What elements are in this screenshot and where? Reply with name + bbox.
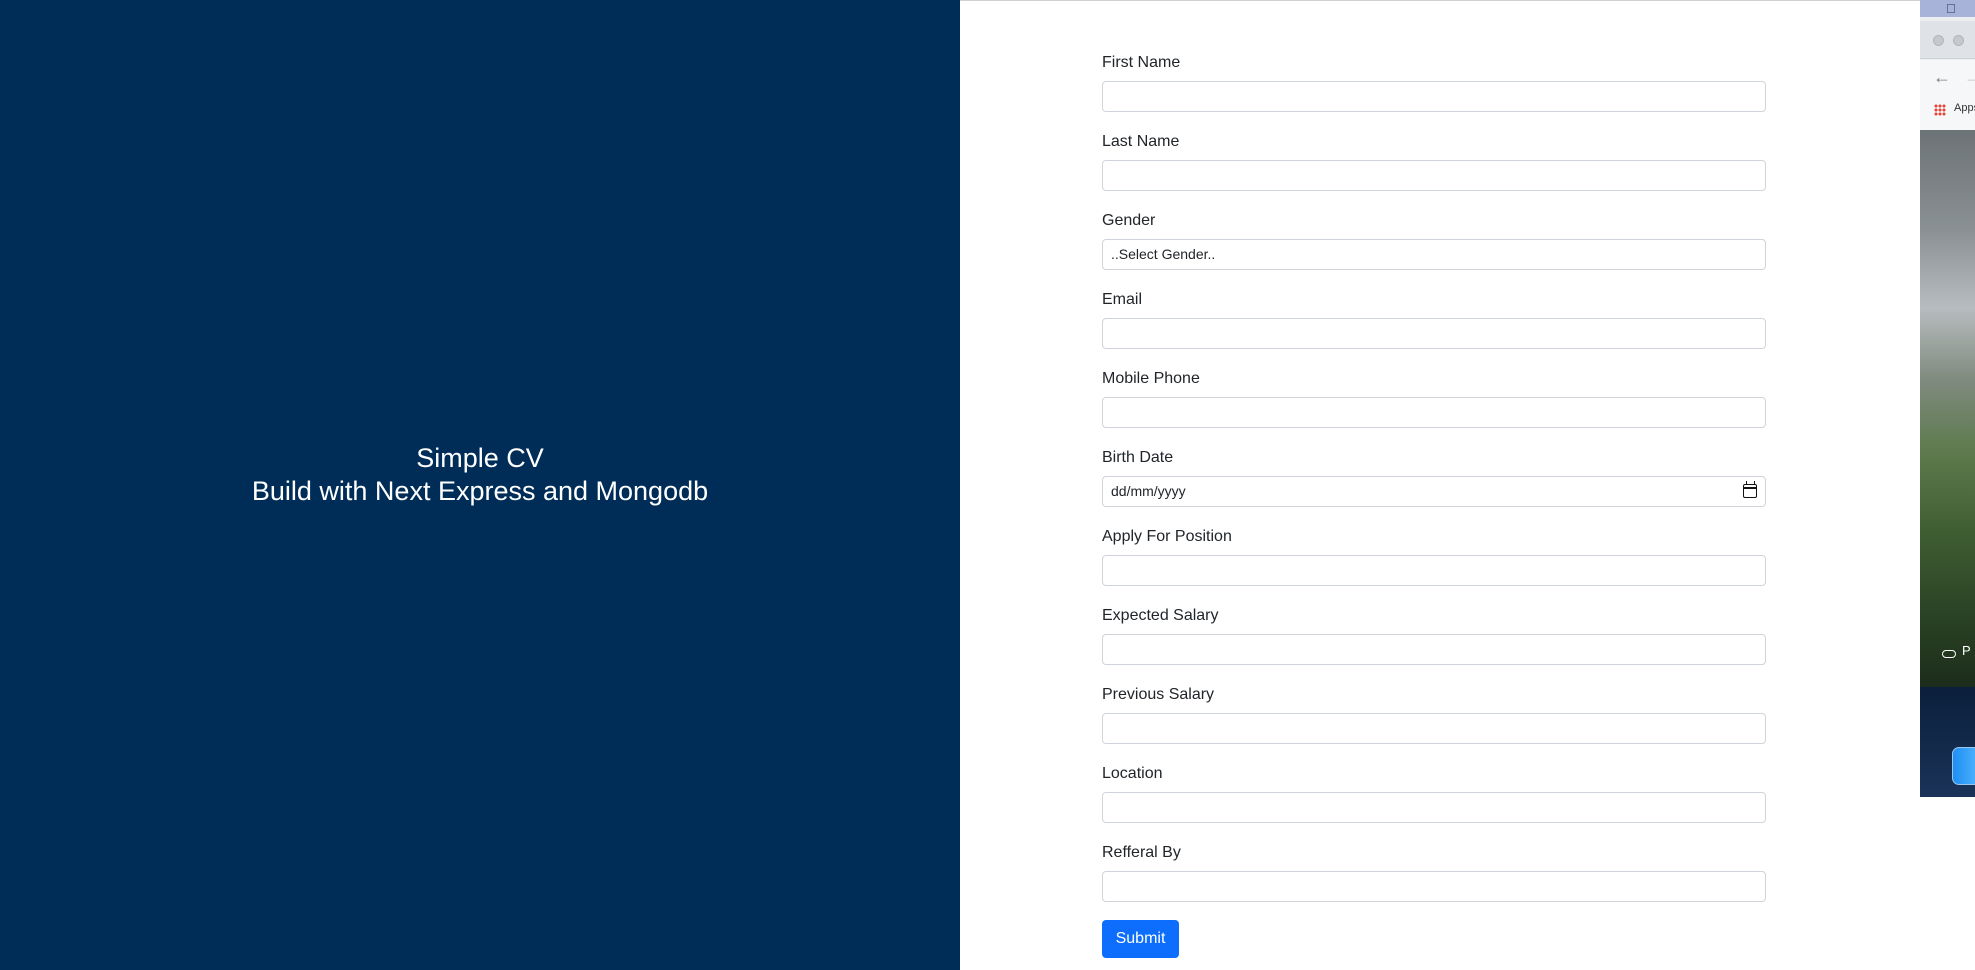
referral-label: Refferal By — [1102, 844, 1181, 861]
first-name-input[interactable] — [1102, 81, 1766, 112]
email-input[interactable] — [1102, 318, 1766, 349]
first-name-label: First Name — [1102, 54, 1181, 71]
birth-date-label: Birth Date — [1102, 449, 1174, 466]
mac-menubar:  — [1920, 0, 1975, 17]
previous-salary-input[interactable] — [1102, 713, 1766, 744]
minimize-window-icon[interactable] — [1953, 35, 1964, 46]
window-titlebar — [1920, 21, 1975, 59]
dock — [1920, 687, 1975, 797]
mobile-phone-group: Mobile Phone — [1102, 367, 1766, 428]
last-name-group: Last Name — [1102, 130, 1766, 191]
close-window-icon[interactable] — [1933, 35, 1944, 46]
finder-icon[interactable] — [1952, 747, 1975, 785]
birth-date-placeholder: dd/mm/yyyy — [1111, 483, 1186, 499]
gender-label: Gender — [1102, 212, 1156, 229]
expected-salary-group: Expected Salary — [1102, 604, 1766, 665]
forward-arrow-icon[interactable]: → — [1964, 68, 1975, 86]
last-name-input[interactable] — [1102, 160, 1766, 191]
apply-position-group: Apply For Position — [1102, 525, 1766, 586]
top-divider — [960, 0, 1975, 1]
back-arrow-icon[interactable]: ← — [1933, 68, 1951, 86]
gender-select[interactable]: ..Select Gender.. — [1102, 239, 1766, 270]
location-label: Location — [1102, 765, 1163, 782]
photo-link-text[interactable]: P — [1962, 643, 1971, 658]
hero-title-line1: Simple CV — [416, 443, 544, 473]
location-group: Location — [1102, 762, 1766, 823]
apply-position-input[interactable] — [1102, 555, 1766, 586]
email-label: Email — [1102, 291, 1143, 308]
wallpaper-photo: P — [1920, 130, 1975, 687]
browser-toolbar: ← → Apps — [1920, 60, 1975, 130]
hero-title: Simple CV Build with Next Express and Mo… — [252, 442, 708, 508]
referral-input[interactable] — [1102, 871, 1766, 902]
bookmarks-apps-label[interactable]: Apps — [1954, 102, 1975, 114]
link-icon[interactable] — [1942, 650, 1956, 658]
apply-position-label: Apply For Position — [1102, 528, 1232, 545]
hero-panel: Simple CV Build with Next Express and Mo… — [0, 0, 960, 970]
expected-salary-input[interactable] — [1102, 634, 1766, 665]
last-name-label: Last Name — [1102, 133, 1180, 150]
previous-salary-label: Previous Salary — [1102, 686, 1215, 703]
birth-date-input[interactable]: dd/mm/yyyy — [1102, 476, 1766, 507]
apps-grid-icon[interactable] — [1934, 104, 1946, 116]
email-group: Email — [1102, 288, 1766, 349]
page: Simple CV Build with Next Express and Mo… — [0, 0, 1975, 970]
calendar-icon[interactable] — [1743, 481, 1757, 498]
referral-group: Refferal By — [1102, 841, 1766, 902]
birth-date-group: Birth Date dd/mm/yyyy — [1102, 446, 1766, 507]
gender-select-value: ..Select Gender.. — [1111, 246, 1216, 262]
mobile-phone-label: Mobile Phone — [1102, 370, 1200, 387]
hero-title-line2: Build with Next Express and Mongodb — [251, 476, 709, 506]
submit-button[interactable]: Submit — [1102, 920, 1179, 958]
mobile-phone-input[interactable] — [1102, 397, 1766, 428]
expected-salary-label: Expected Salary — [1102, 607, 1219, 624]
apple-logo-icon[interactable]:  — [1946, 1, 1956, 16]
background-window:  ← → Apps P — [1920, 0, 1975, 797]
first-name-group: First Name — [1102, 51, 1766, 112]
location-input[interactable] — [1102, 792, 1766, 823]
previous-salary-group: Previous Salary — [1102, 683, 1766, 744]
gender-group: Gender ..Select Gender.. — [1102, 209, 1766, 270]
